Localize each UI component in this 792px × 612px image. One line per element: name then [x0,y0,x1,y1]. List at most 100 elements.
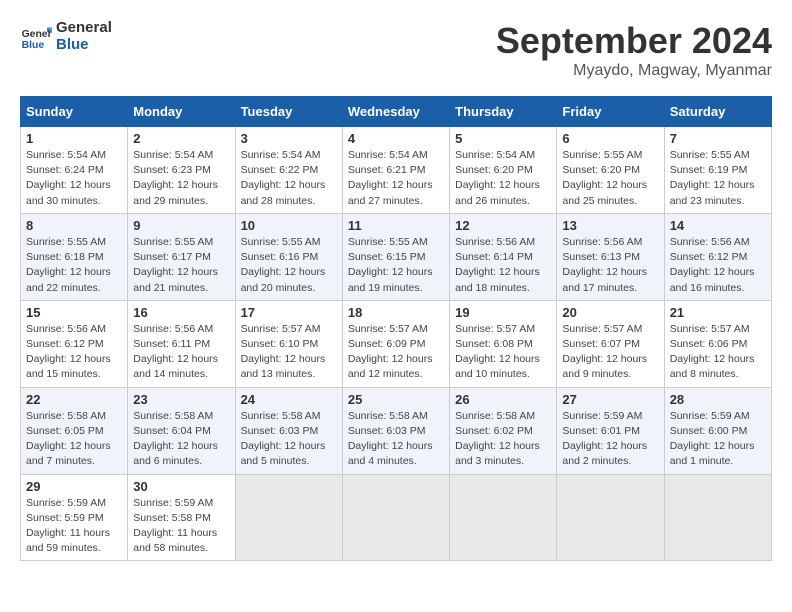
day-cell: 22 Sunrise: 5:58 AMSunset: 6:05 PMDayligh… [21,387,128,474]
day-info: Sunrise: 5:59 AMSunset: 5:59 PMDaylight:… [26,496,122,557]
column-header-tuesday: Tuesday [235,97,342,127]
day-number: 13 [562,218,658,233]
day-info: Sunrise: 5:59 AMSunset: 6:00 PMDaylight:… [670,409,766,470]
day-cell: 19Sunrise: 5:57 AMSunset: 6:08 PMDayligh… [450,300,557,387]
column-header-sunday: Sunday [21,97,128,127]
day-cell: 13 Sunrise: 5:56 AMSunset: 6:13 PMDayligh… [557,213,664,300]
day-number: 12 [455,218,551,233]
day-info: Sunrise: 5:57 AMSunset: 6:07 PMDaylight:… [562,322,658,383]
day-info: Sunrise: 5:54 AMSunset: 6:21 PMDaylight:… [348,148,444,209]
day-cell [664,474,771,561]
week-row-2: 8Sunrise: 5:55 AMSunset: 6:18 PMDaylight… [21,213,772,300]
header: General Blue General Blue September 2024… [20,20,772,80]
calendar-header-row: SundayMondayTuesdayWednesdayThursdayFrid… [21,97,772,127]
day-number: 19 [455,305,551,320]
day-number: 11 [348,218,444,233]
day-cell [235,474,342,561]
day-number: 30 [133,479,229,494]
day-number: 8 [26,218,122,233]
day-cell: 23 Sunrise: 5:58 AMSunset: 6:04 PMDayligh… [128,387,235,474]
day-number: 22 [26,392,122,407]
day-info: Sunrise: 5:57 AMSunset: 6:10 PMDaylight:… [241,322,337,383]
day-info: Sunrise: 5:56 AMSunset: 6:14 PMDaylight:… [455,235,551,296]
day-cell: 29 Sunrise: 5:59 AMSunset: 5:59 PMDayligh… [21,474,128,561]
day-number: 2 [133,131,229,146]
day-cell: 20 Sunrise: 5:57 AMSunset: 6:07 PMDayligh… [557,300,664,387]
month-title: September 2024 [496,20,772,62]
day-cell: 27 Sunrise: 5:59 AMSunset: 6:01 PMDayligh… [557,387,664,474]
day-info: Sunrise: 5:56 AMSunset: 6:13 PMDaylight:… [562,235,658,296]
day-cell [557,474,664,561]
day-cell: 18 Sunrise: 5:57 AMSunset: 6:09 PMDayligh… [342,300,449,387]
logo-icon: General Blue [20,21,52,53]
day-number: 7 [670,131,766,146]
week-row-1: 1 Sunrise: 5:54 AMSunset: 6:24 PMDaylight… [21,127,772,214]
week-row-3: 15Sunrise: 5:56 AMSunset: 6:12 PMDayligh… [21,300,772,387]
day-info: Sunrise: 5:55 AMSunset: 6:17 PMDaylight:… [133,235,229,296]
week-row-4: 22 Sunrise: 5:58 AMSunset: 6:05 PMDayligh… [21,387,772,474]
column-header-friday: Friday [557,97,664,127]
day-info: Sunrise: 5:59 AMSunset: 6:01 PMDaylight:… [562,409,658,470]
day-info: Sunrise: 5:55 AMSunset: 6:19 PMDaylight:… [670,148,766,209]
day-number: 27 [562,392,658,407]
day-number: 17 [241,305,337,320]
day-number: 25 [348,392,444,407]
day-number: 29 [26,479,122,494]
day-number: 28 [670,392,766,407]
day-cell: 30Sunrise: 5:59 AMSunset: 5:58 PMDayligh… [128,474,235,561]
calendar-body: 1 Sunrise: 5:54 AMSunset: 6:24 PMDaylight… [21,127,772,561]
day-cell: 15Sunrise: 5:56 AMSunset: 6:12 PMDayligh… [21,300,128,387]
column-header-thursday: Thursday [450,97,557,127]
day-cell: 24Sunrise: 5:58 AMSunset: 6:03 PMDayligh… [235,387,342,474]
day-info: Sunrise: 5:54 AMSunset: 6:24 PMDaylight:… [26,148,122,209]
day-info: Sunrise: 5:55 AMSunset: 6:15 PMDaylight:… [348,235,444,296]
day-info: Sunrise: 5:55 AMSunset: 6:20 PMDaylight:… [562,148,658,209]
day-number: 23 [133,392,229,407]
day-info: Sunrise: 5:54 AMSunset: 6:23 PMDaylight:… [133,148,229,209]
day-cell: 11 Sunrise: 5:55 AMSunset: 6:15 PMDayligh… [342,213,449,300]
day-number: 10 [241,218,337,233]
day-cell: 16 Sunrise: 5:56 AMSunset: 6:11 PMDayligh… [128,300,235,387]
day-cell: 26 Sunrise: 5:58 AMSunset: 6:02 PMDayligh… [450,387,557,474]
day-number: 9 [133,218,229,233]
day-info: Sunrise: 5:56 AMSunset: 6:12 PMDaylight:… [670,235,766,296]
day-number: 18 [348,305,444,320]
column-header-saturday: Saturday [664,97,771,127]
day-cell [450,474,557,561]
day-cell [342,474,449,561]
day-cell: 14Sunrise: 5:56 AMSunset: 6:12 PMDayligh… [664,213,771,300]
calendar-table: SundayMondayTuesdayWednesdayThursdayFrid… [20,96,772,561]
day-info: Sunrise: 5:58 AMSunset: 6:05 PMDaylight:… [26,409,122,470]
day-number: 6 [562,131,658,146]
day-info: Sunrise: 5:58 AMSunset: 6:04 PMDaylight:… [133,409,229,470]
day-cell: 7 Sunrise: 5:55 AMSunset: 6:19 PMDaylight… [664,127,771,214]
day-number: 24 [241,392,337,407]
day-info: Sunrise: 5:57 AMSunset: 6:06 PMDaylight:… [670,322,766,383]
day-number: 15 [26,305,122,320]
day-cell: 28 Sunrise: 5:59 AMSunset: 6:00 PMDayligh… [664,387,771,474]
day-number: 5 [455,131,551,146]
svg-text:Blue: Blue [22,40,45,51]
day-cell: 12 Sunrise: 5:56 AMSunset: 6:14 PMDayligh… [450,213,557,300]
day-cell: 3 Sunrise: 5:54 AMSunset: 6:22 PMDaylight… [235,127,342,214]
logo-text: General Blue [56,20,112,53]
day-cell: 10Sunrise: 5:55 AMSunset: 6:16 PMDayligh… [235,213,342,300]
day-number: 20 [562,305,658,320]
logo: General Blue General Blue [20,20,112,53]
day-number: 21 [670,305,766,320]
day-cell: 17 Sunrise: 5:57 AMSunset: 6:10 PMDayligh… [235,300,342,387]
day-cell: 25 Sunrise: 5:58 AMSunset: 6:03 PMDayligh… [342,387,449,474]
day-number: 16 [133,305,229,320]
day-number: 1 [26,131,122,146]
title-area: September 2024 Myaydo, Magway, Myanmar [496,20,772,80]
day-info: Sunrise: 5:54 AMSunset: 6:22 PMDaylight:… [241,148,337,209]
day-info: Sunrise: 5:58 AMSunset: 6:02 PMDaylight:… [455,409,551,470]
day-number: 3 [241,131,337,146]
day-number: 26 [455,392,551,407]
day-info: Sunrise: 5:56 AMSunset: 6:11 PMDaylight:… [133,322,229,383]
day-info: Sunrise: 5:58 AMSunset: 6:03 PMDaylight:… [348,409,444,470]
day-info: Sunrise: 5:57 AMSunset: 6:09 PMDaylight:… [348,322,444,383]
day-info: Sunrise: 5:54 AMSunset: 6:20 PMDaylight:… [455,148,551,209]
day-cell: 2 Sunrise: 5:54 AMSunset: 6:23 PMDaylight… [128,127,235,214]
day-cell: 9 Sunrise: 5:55 AMSunset: 6:17 PMDaylight… [128,213,235,300]
